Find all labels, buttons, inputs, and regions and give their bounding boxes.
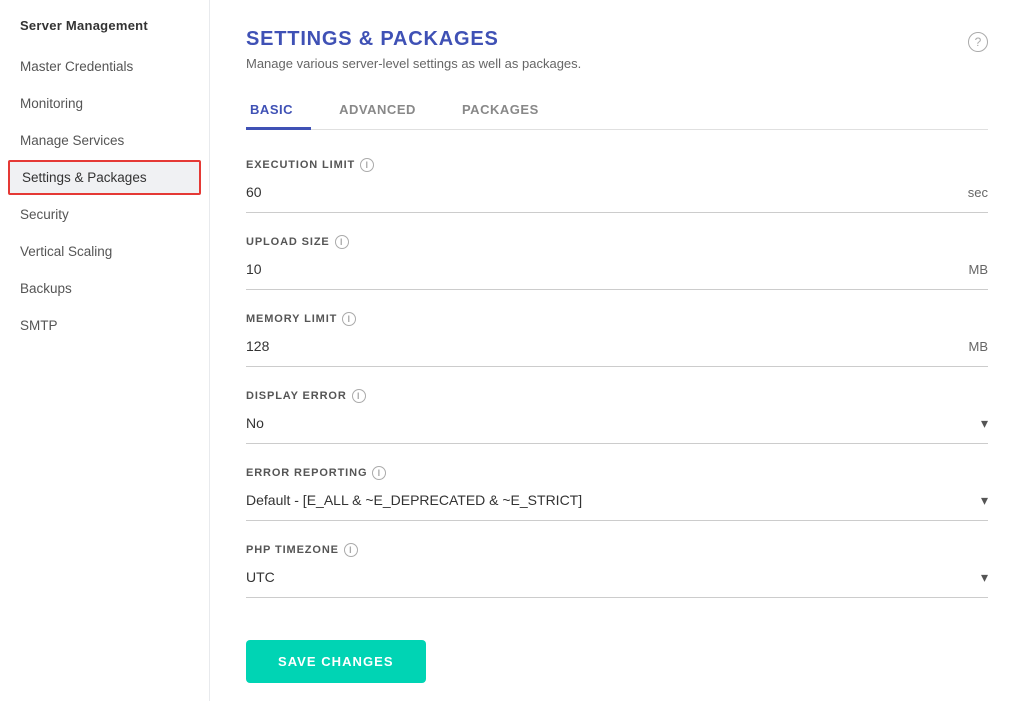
sidebar-item-backups[interactable]: Backups <box>0 271 209 306</box>
field-label-display-error: DISPLAY ERROR i <box>246 389 988 403</box>
field-group-memory-limit: MEMORY LIMIT i MB <box>246 312 988 367</box>
info-icon-upload-size[interactable]: i <box>335 235 349 249</box>
info-icon-memory-limit[interactable]: i <box>342 312 356 326</box>
sidebar-title: Server Management <box>0 0 209 47</box>
page-title: SETTINGS & PACKAGES <box>246 28 499 51</box>
sidebar-item-master-credentials[interactable]: Master Credentials <box>0 49 209 84</box>
field-label-text-error-reporting: ERROR REPORTING <box>246 467 367 479</box>
sidebar-item-security[interactable]: Security <box>0 197 209 232</box>
input-upload-size[interactable] <box>246 257 961 281</box>
sidebar-item-smtp[interactable]: SMTP <box>0 308 209 343</box>
info-icon-display-error[interactable]: i <box>352 389 366 403</box>
info-icon-error-reporting[interactable]: i <box>372 466 386 480</box>
chevron-down-icon-php-timezone: ▾ <box>981 569 988 586</box>
field-group-error-reporting: ERROR REPORTING i Default - [E_ALL & ~E_DE… <box>246 466 988 521</box>
sidebar: Server Management Master CredentialsMoni… <box>0 0 210 701</box>
chevron-down-icon-error-reporting: ▾ <box>981 492 988 509</box>
tab-advanced[interactable]: ADVANCED <box>335 92 434 130</box>
select-display-error[interactable]: NoYes <box>246 411 981 435</box>
sidebar-item-monitoring[interactable]: Monitoring <box>0 86 209 121</box>
tab-basic[interactable]: BASIC <box>246 92 311 130</box>
field-label-php-timezone: PHP TIMEZONE i <box>246 543 988 557</box>
field-row-error-reporting: Default - [E_ALL & ~E_DEPRECATED & ~E_ST… <box>246 488 988 521</box>
unit-upload-size: MB <box>969 262 989 277</box>
field-label-text-memory-limit: MEMORY LIMIT <box>246 313 337 325</box>
field-group-display-error: DISPLAY ERROR i NoYes▾ <box>246 389 988 444</box>
field-row-execution-limit: sec <box>246 180 988 213</box>
field-label-error-reporting: ERROR REPORTING i <box>246 466 988 480</box>
field-label-text-upload-size: UPLOAD SIZE <box>246 236 330 248</box>
input-memory-limit[interactable] <box>246 334 961 358</box>
field-label-upload-size: UPLOAD SIZE i <box>246 235 988 249</box>
tab-packages[interactable]: PACKAGES <box>458 92 557 130</box>
page-header: SETTINGS & PACKAGES ? <box>246 28 988 52</box>
chevron-down-icon-display-error: ▾ <box>981 415 988 432</box>
field-group-php-timezone: PHP TIMEZONE i UTCAmerica/New_YorkEurope/L… <box>246 543 988 598</box>
info-icon-php-timezone[interactable]: i <box>344 543 358 557</box>
field-label-execution-limit: EXECUTION LIMIT i <box>246 158 988 172</box>
save-button-container: SAVE CHANGES <box>246 620 988 699</box>
tabs-bar: BASIC ADVANCED PACKAGES <box>246 91 988 130</box>
field-label-text-execution-limit: EXECUTION LIMIT <box>246 159 355 171</box>
sidebar-item-manage-services[interactable]: Manage Services <box>0 123 209 158</box>
field-label-text-display-error: DISPLAY ERROR <box>246 390 347 402</box>
sidebar-item-settings-packages[interactable]: Settings & Packages <box>8 160 201 195</box>
field-row-upload-size: MB <box>246 257 988 290</box>
input-execution-limit[interactable] <box>246 180 960 204</box>
field-row-php-timezone: UTCAmerica/New_YorkEurope/London▾ <box>246 565 988 598</box>
field-label-text-php-timezone: PHP TIMEZONE <box>246 544 339 556</box>
select-php-timezone[interactable]: UTCAmerica/New_YorkEurope/London <box>246 565 981 589</box>
field-row-memory-limit: MB <box>246 334 988 367</box>
unit-execution-limit: sec <box>968 185 988 200</box>
sidebar-item-vertical-scaling[interactable]: Vertical Scaling <box>0 234 209 269</box>
save-changes-button[interactable]: SAVE CHANGES <box>246 640 426 683</box>
select-error-reporting[interactable]: Default - [E_ALL & ~E_DEPRECATED & ~E_ST… <box>246 488 981 512</box>
info-icon-execution-limit[interactable]: i <box>360 158 374 172</box>
field-row-display-error: NoYes▾ <box>246 411 988 444</box>
field-group-upload-size: UPLOAD SIZE i MB <box>246 235 988 290</box>
page-subtitle: Manage various server-level settings as … <box>246 56 988 71</box>
help-icon[interactable]: ? <box>968 32 988 52</box>
unit-memory-limit: MB <box>969 339 989 354</box>
main-content: SETTINGS & PACKAGES ? Manage various ser… <box>210 0 1024 701</box>
field-group-execution-limit: EXECUTION LIMIT i sec <box>246 158 988 213</box>
field-label-memory-limit: MEMORY LIMIT i <box>246 312 988 326</box>
